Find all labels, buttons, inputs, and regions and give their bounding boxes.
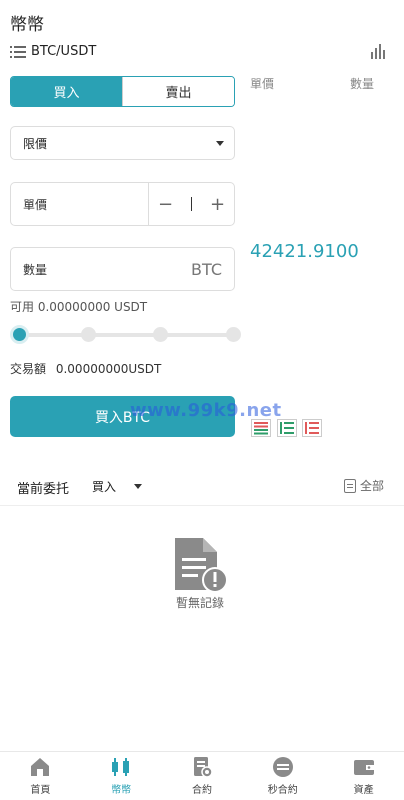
slider-stop-50[interactable] (153, 327, 168, 342)
candlestick-icon (112, 758, 130, 776)
nav-second-contract[interactable]: 秒合約 (242, 752, 323, 800)
list-icon (10, 45, 26, 58)
document-icon (343, 478, 356, 493)
tab-buy[interactable]: 買入 (11, 77, 122, 106)
wallet-icon (353, 760, 374, 775)
slider-stop-25[interactable] (81, 327, 96, 342)
pair-label: BTC/USDT (31, 44, 97, 59)
nav-label: 首頁 (30, 785, 51, 796)
turnover-value: 0.00000000USDT (55, 362, 162, 376)
depth-both-icon[interactable] (251, 419, 271, 437)
bottom-nav: 首頁 幣幣 合約 秒合約 資產 (0, 751, 404, 800)
price-field[interactable]: 單價 − + (10, 182, 235, 226)
bar-chart-icon[interactable] (370, 43, 386, 59)
buy-submit-button[interactable]: 買入BTC (10, 396, 235, 437)
plus-icon[interactable]: + (210, 194, 225, 215)
price-stepper: − + (148, 183, 234, 225)
nav-label: 合約 (191, 785, 212, 796)
orders-all-button[interactable]: 全部 (343, 477, 384, 494)
no-records-icon (175, 538, 228, 593)
order-type-select[interactable]: 限價 (10, 126, 235, 160)
nav-spot[interactable]: 幣幣 (81, 752, 162, 800)
nav-assets[interactable]: 資產 (323, 752, 404, 800)
price-placeholder: 單價 (23, 197, 48, 212)
amount-slider-track[interactable] (18, 333, 234, 337)
caret-down-icon (134, 484, 143, 489)
home-icon (31, 758, 50, 776)
order-type-value: 限價 (23, 136, 48, 151)
book-price-header: 單價 (250, 77, 275, 91)
orders-title: 當前委托 (17, 482, 70, 497)
depth-buy-icon[interactable] (277, 419, 297, 437)
amount-unit: BTC (191, 259, 222, 279)
nav-home[interactable]: 首頁 (0, 752, 81, 800)
turnover: 交易額 0.00000000USDT (10, 360, 161, 377)
amount-field[interactable]: 數量 BTC (10, 247, 235, 291)
orders-all-label: 全部 (359, 479, 384, 493)
page-title: 幣幣 (10, 15, 44, 35)
nav-label: 資產 (353, 785, 374, 796)
pair-selector[interactable]: BTC/USDT (10, 44, 96, 59)
slider-stop-100[interactable] (226, 327, 241, 342)
second-contract-icon (272, 757, 293, 777)
last-price: 42421.9100 (250, 241, 359, 262)
caret-down-icon (216, 140, 224, 146)
orders-filter-value: 買入 (92, 480, 117, 494)
turnover-label: 交易額 (10, 362, 47, 376)
contract-icon (193, 757, 213, 778)
available-balance: 可用 0.00000000 USDT (10, 300, 148, 314)
nav-contract[interactable]: 合約 (162, 752, 243, 800)
orders-filter-select[interactable]: 買入 (92, 478, 143, 495)
book-amount-header: 數量 (350, 77, 375, 91)
empty-state-text: 暫無記錄 (176, 596, 225, 610)
slider-handle[interactable] (10, 325, 29, 344)
nav-label: 幣幣 (111, 785, 132, 796)
orders-header: 當前委托 買入 全部 (0, 470, 404, 506)
trade-side-tabs: 買入 賣出 (10, 76, 235, 107)
minus-icon[interactable]: − (158, 194, 173, 215)
text-cursor (191, 197, 192, 211)
tab-sell[interactable]: 賣出 (122, 77, 234, 106)
amount-placeholder: 數量 (23, 262, 48, 277)
depth-sell-icon[interactable] (302, 419, 322, 437)
nav-label: 秒合約 (267, 785, 298, 796)
